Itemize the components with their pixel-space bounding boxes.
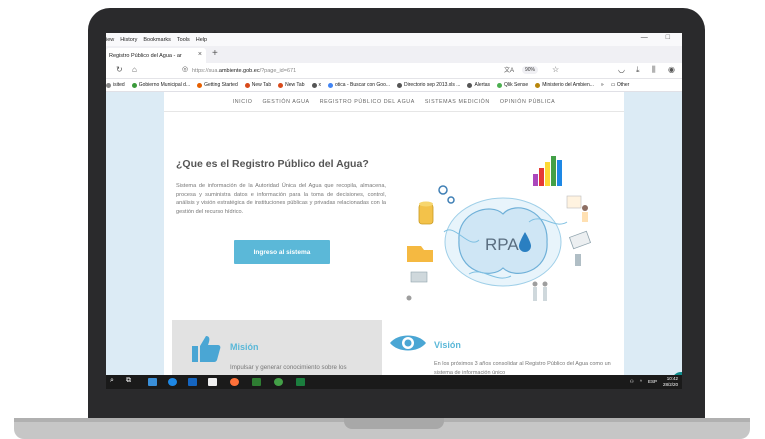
search-icon[interactable]: ⌕: [110, 377, 114, 385]
bookmark-star-icon[interactable]: ☆: [552, 65, 559, 74]
bookmark-item[interactable]: Qlik Sense: [497, 82, 528, 88]
mission-card: Misión Impulsar y generar conocimiento s…: [172, 320, 382, 375]
rpa-illustration: RPA: [406, 156, 592, 301]
menu-bookmarks[interactable]: Bookmarks: [143, 37, 171, 43]
rpa-logo-text: RPA: [485, 235, 519, 254]
laptop-notch: [344, 418, 444, 429]
nav-inicio[interactable]: INICIO: [233, 99, 253, 105]
translate-icon[interactable]: 文A: [504, 65, 514, 74]
photos-icon[interactable]: [252, 378, 261, 386]
firefox-icon[interactable]: [230, 378, 239, 386]
maximize-icon[interactable]: □: [666, 34, 670, 41]
url-domain: ambiente.gob.ec: [218, 68, 260, 74]
system-tray: ⚇ ^ ESP 10:42 28/2/20: [630, 376, 678, 387]
page-viewport: INICIO GESTIÓN AGUA REGISTRO PÚBLICO DEL…: [106, 92, 682, 375]
browser-navbar: ↻ ⌂ ◎ https://sua. ambiente.gob.ec/?page_…: [106, 63, 682, 79]
edge-icon[interactable]: [168, 378, 177, 386]
download-icon[interactable]: ⤓: [636, 65, 640, 75]
hero-description: Sistema de información de la Autoridad Ú…: [176, 183, 386, 216]
site-page: INICIO GESTIÓN AGUA REGISTRO PÚBLICO DEL…: [164, 92, 624, 375]
site-nav: INICIO GESTIÓN AGUA REGISTRO PÚBLICO DEL…: [164, 92, 624, 112]
thumbs-up-icon: [192, 336, 221, 362]
clock[interactable]: 10:42 28/2/20: [663, 376, 678, 387]
minimize-icon[interactable]: —: [641, 34, 648, 41]
other-bookmarks[interactable]: ▭ Other: [611, 82, 630, 88]
vision-title: Visión: [434, 340, 461, 350]
browser-menubar: iew History Bookmarks Tools Help — □: [106, 33, 682, 46]
tab-registro[interactable]: Registro Público del Agua - ar ×: [106, 48, 206, 63]
excel-icon[interactable]: [296, 378, 305, 386]
bookmark-item[interactable]: Getting Started: [197, 82, 238, 88]
tab-title: Registro Público del Agua - ar: [109, 52, 182, 59]
hero-title: ¿Que es el Registro Público del Agua?: [176, 158, 369, 170]
nav-registro-publico[interactable]: REGISTRO PÚBLICO DEL AGUA: [320, 99, 415, 105]
language-indicator[interactable]: ESP: [648, 379, 657, 384]
browser-tabbar: Registro Público del Agua - ar × +: [106, 46, 682, 63]
pocket-icon[interactable]: ◡: [618, 65, 625, 74]
bookmarks-toolbar: isited Gobierno Municipal d... Getting S…: [106, 79, 682, 92]
store-icon[interactable]: [148, 378, 157, 386]
zoom-level[interactable]: 90%: [522, 66, 539, 74]
word-icon[interactable]: [188, 378, 197, 386]
folder-icon: ▭: [610, 82, 616, 88]
url-suffix: /?page_id=671: [259, 68, 297, 74]
account-icon[interactable]: ◉: [668, 65, 675, 74]
overflow-chevron-icon[interactable]: »: [601, 82, 604, 88]
home-icon[interactable]: ⌂: [132, 65, 137, 74]
bookmark-item[interactable]: Gobierno Municipal d...: [131, 82, 190, 88]
shield-icon[interactable]: ◎: [182, 65, 188, 73]
url-prefix: https://sua.: [192, 68, 219, 74]
task-view-icon[interactable]: ⧉: [126, 377, 131, 385]
bookmark-item[interactable]: x: [311, 82, 321, 88]
people-icon[interactable]: ⚇: [630, 379, 634, 385]
clock-date: 28/2/20: [662, 381, 678, 387]
nav-sistemas-medicion[interactable]: SISTEMAS MEDICIÓN: [425, 99, 490, 105]
bookmark-item[interactable]: Alertas: [467, 82, 490, 88]
reload-icon[interactable]: ↻: [116, 65, 123, 74]
chrome-icon[interactable]: [274, 378, 283, 386]
bookmark-item[interactable]: New Tab: [244, 82, 271, 88]
bookmark-item[interactable]: Ministerio del Ambien...: [535, 82, 594, 88]
menu-tools[interactable]: Tools: [177, 37, 190, 43]
login-button[interactable]: Ingreso al sistema: [234, 240, 330, 264]
close-icon[interactable]: ×: [198, 51, 202, 58]
bookmark-item[interactable]: Directorio sep 2013.xls ...: [397, 82, 460, 88]
windows-taskbar: ⌕ ⧉ ⚇ ^ ESP 10:42 28/2/20: [106, 375, 682, 389]
laptop-screen: iew History Bookmarks Tools Help — □ Reg…: [106, 33, 682, 389]
vision-text: En los próximos 3 años consolidar al Reg…: [434, 361, 611, 375]
new-tab-icon[interactable]: +: [212, 48, 218, 59]
briefcase-icon[interactable]: [208, 378, 217, 386]
mission-title: Misión: [230, 342, 259, 352]
bookmark-item[interactable]: isited: [106, 82, 125, 88]
bookmark-item[interactable]: New Tab: [278, 82, 305, 88]
nav-gestion-agua[interactable]: GESTIÓN AGUA: [262, 99, 309, 105]
mission-text: Impulsar y generar conocimiento sobre lo…: [230, 364, 347, 371]
menu-help[interactable]: Help: [196, 37, 207, 43]
eye-icon: [390, 335, 426, 351]
menu-history[interactable]: History: [120, 37, 137, 43]
tray-chevron-icon[interactable]: ^: [640, 379, 642, 384]
library-icon[interactable]: ⫼: [652, 65, 656, 75]
bookmark-item[interactable]: otica - Buscar con Goo...: [328, 82, 390, 88]
nav-opinion-publica[interactable]: OPINIÓN PÚBLICA: [500, 99, 556, 105]
menu-view[interactable]: iew: [106, 37, 114, 43]
